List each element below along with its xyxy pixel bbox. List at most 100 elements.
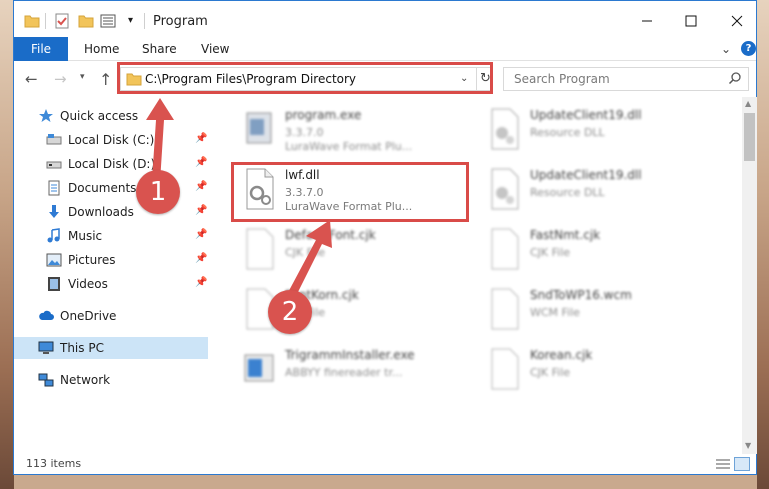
navigation-pane: Quick access Local Disk (C:) 📌 Local Dis… [14,97,208,454]
up-arrow-icon[interactable]: ↑ [99,70,112,89]
pictures-icon [46,253,62,267]
pin-icon[interactable]: 📌 [195,181,207,192]
file-name: TrigrammInstaller.exe [285,348,415,362]
toolbar-separator [45,13,46,29]
new-folder-icon[interactable] [78,13,94,29]
folder-icon[interactable] [24,13,40,29]
pin-icon[interactable]: 📌 [195,133,207,144]
file-item[interactable]: DefaultFont.cjk CJK File [235,223,465,277]
pin-icon[interactable]: 📌 [195,253,207,264]
sidebar-item-pictures[interactable]: Pictures 📌 [14,249,208,271]
sidebar-item-downloads[interactable]: Downloads 📌 [14,201,208,223]
file-name: FastNmt.cjk [530,228,601,242]
search-icon[interactable] [728,71,742,85]
pin-icon[interactable]: 📌 [195,205,207,216]
installer-icon [244,354,274,382]
toolbar-separator [144,13,145,29]
item-count: 113 items [26,457,82,470]
status-bar: 113 items [14,454,756,474]
file-name: UpdateClient19.dll [530,168,642,182]
file-description: Resource DLL [530,186,605,199]
file-description: CJK File [530,366,571,379]
sidebar-item-label: This PC [60,341,104,355]
sidebar-item-videos[interactable]: Videos 📌 [14,273,208,295]
file-item[interactable]: TrigrammInstaller.exe ABBYY finereader t… [235,343,465,397]
minimize-icon [642,20,652,22]
pin-icon[interactable]: 📌 [195,229,207,240]
drive-icon [46,161,62,169]
help-icon[interactable]: ? [741,41,756,56]
back-arrow-icon[interactable]: ← [25,70,38,88]
view-options-icon[interactable] [100,13,116,29]
file-name: program.exe [285,108,362,122]
tiles-view-icon[interactable] [734,457,750,471]
vertical-scrollbar[interactable]: ▲ ▼ [742,97,757,454]
recent-locations-dropdown-icon[interactable]: ▾ [80,72,85,82]
music-icon [47,228,60,243]
dll-icon [491,168,519,210]
file-name: DefaultFont.cjk [285,228,376,242]
sidebar-item-onedrive[interactable]: OneDrive [14,305,208,327]
sidebar-item-music[interactable]: Music 📌 [14,225,208,247]
scroll-down-icon[interactable]: ▼ [745,441,751,450]
tab-file[interactable]: File [14,37,68,61]
close-button[interactable] [726,9,748,33]
sidebar-item-label: OneDrive [60,309,117,323]
pin-icon[interactable]: 📌 [195,157,207,168]
sidebar-item-label: Videos [68,277,108,291]
step-2-badge: 2 [268,290,312,334]
sidebar-item-label: Local Disk (C:) [68,133,155,147]
file-description: CJK File [530,246,571,259]
details-view-icon[interactable] [715,457,731,471]
exe-icon [246,112,272,144]
file-name: SndToWP16.wcm [530,288,632,302]
customize-toolbar-dropdown-icon[interactable]: ▾ [128,15,144,31]
tab-home[interactable]: Home [84,37,119,61]
sidebar-item-quick-access[interactable]: Quick access [14,105,208,127]
file-item[interactable]: FastNmt.cjk CJK File [480,223,710,277]
search-placeholder[interactable]: Search Program [514,72,610,86]
file-list-view: program.exe 3.3.7.0 LuraWave Format Plu.… [209,97,741,454]
file-item[interactable]: SndToWP16.wcm WCM File [480,283,710,337]
forward-arrow-icon[interactable]: → [54,70,67,88]
documents-icon [48,180,60,196]
network-icon [38,373,54,387]
ribbon-tabs: File Home Share View ⌄ ? [14,37,756,61]
tab-view[interactable]: View [201,37,229,61]
file-description: ABBYY finereader tr... [285,366,403,379]
sidebar-item-label: Pictures [68,253,116,267]
file-item[interactable]: Korean.cjk CJK File [480,343,710,397]
maximize-button[interactable] [680,9,702,33]
scroll-up-icon[interactable]: ▲ [745,99,751,108]
expand-ribbon-icon[interactable]: ⌄ [721,42,731,56]
sidebar-item-local-disk-d[interactable]: Local Disk (D:) 📌 [14,153,208,175]
lwf-dll-highlight [231,162,469,222]
file-icon [491,228,519,270]
pin-icon[interactable]: 📌 [195,277,207,288]
desktop-background-left [0,0,14,489]
address-bar-highlight [117,62,493,94]
sidebar-item-label: Local Disk (D:) [68,157,156,171]
file-icon [491,348,519,390]
file-icon [246,228,274,270]
file-item[interactable]: program.exe 3.3.7.0 LuraWave Format Plu.… [235,103,465,157]
download-icon [49,205,59,218]
file-description: Resource DLL [530,126,605,139]
file-item[interactable]: UpdateClient19.dll Resource DLL [480,103,710,157]
properties-check-icon[interactable] [54,13,70,29]
minimize-button[interactable] [636,9,658,33]
search-box[interactable]: Search Program [503,67,749,91]
scrollbar-thumb[interactable] [744,113,755,161]
file-description: LuraWave Format Plu... [285,140,413,153]
videos-icon [48,277,60,291]
step-1-badge: 1 [136,170,180,214]
desktop-background-right [757,0,769,489]
drive-icon [46,134,62,145]
file-description: CJK File [285,246,326,259]
file-item[interactable]: UpdateClient19.dll Resource DLL [480,163,710,217]
sidebar-item-label: Downloads [68,205,134,219]
tab-share[interactable]: Share [142,37,177,61]
sidebar-item-this-pc[interactable]: This PC [14,337,208,359]
sidebar-item-local-disk-c[interactable]: Local Disk (C:) 📌 [14,129,208,151]
sidebar-item-network[interactable]: Network [14,369,208,391]
